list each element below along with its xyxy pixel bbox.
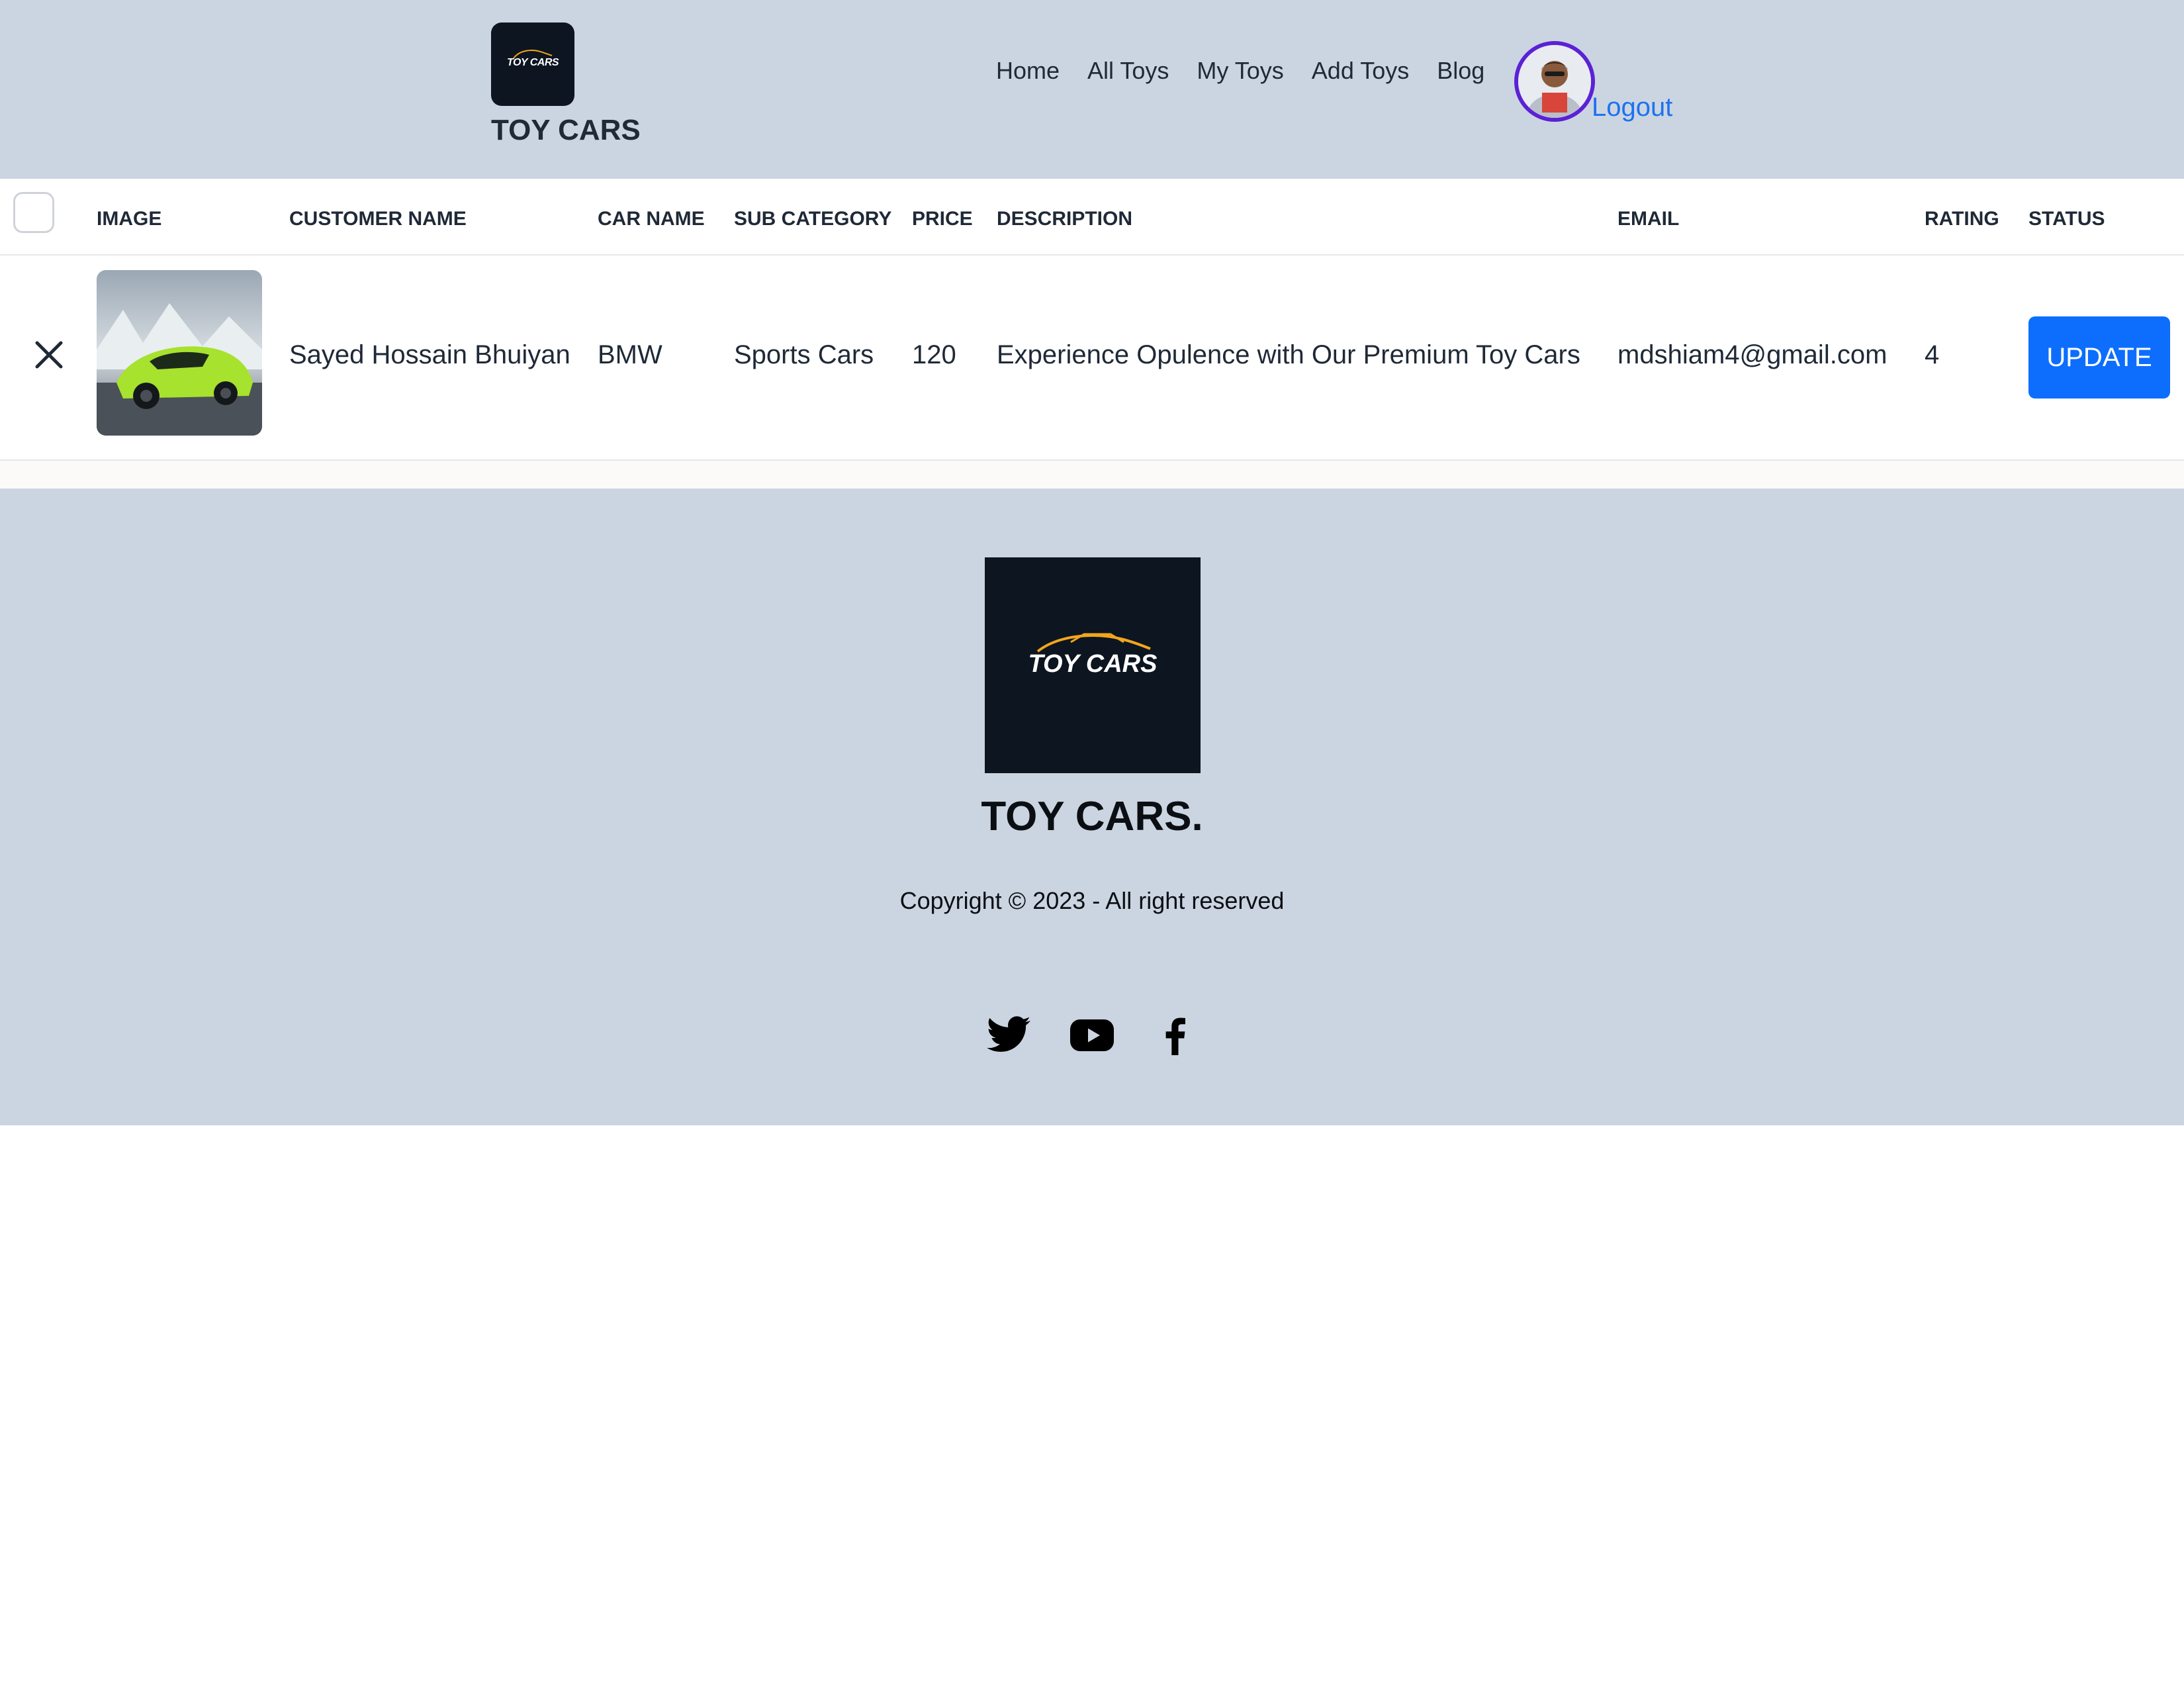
header-status: STATUS [2028, 208, 2105, 230]
header-rating: RATING [1925, 208, 1999, 230]
header-car-name: CAR NAME [598, 208, 705, 230]
navbar-logo[interactable]: TOY CARS [491, 23, 574, 106]
car-image-icon [97, 270, 262, 436]
user-avatar-icon [1518, 45, 1591, 118]
cell-rating: 4 [1925, 340, 1940, 369]
update-button[interactable]: UPDATE [2028, 316, 2170, 399]
footer-logo: TOY CARS [985, 557, 1201, 773]
facebook-icon[interactable] [1152, 1011, 1199, 1059]
car-thumbnail [97, 270, 262, 436]
header-price: PRICE [912, 208, 973, 230]
cell-sub-category: Sports Cars [734, 340, 874, 369]
cell-customer-name: Sayed Hossain Bhuiyan [289, 340, 570, 369]
logout-link[interactable]: Logout [1592, 93, 1672, 122]
header-description: DESCRIPTION [997, 208, 1133, 230]
cell-description: Experience Opulence with Our Premium Toy… [997, 340, 1580, 369]
cell-price: 120 [912, 340, 956, 369]
select-all-checkbox[interactable] [13, 192, 54, 233]
nav-blog[interactable]: Blog [1437, 57, 1484, 85]
header-customer-name: CUSTOMER NAME [289, 208, 467, 230]
content-spacer [0, 461, 2184, 489]
twitter-icon[interactable] [985, 1011, 1032, 1059]
youtube-icon[interactable] [1068, 1011, 1116, 1059]
nav-home[interactable]: Home [996, 57, 1060, 85]
close-icon[interactable] [30, 336, 68, 373]
header-image: IMAGE [97, 208, 162, 230]
table-header: IMAGE CUSTOMER NAME CAR NAME SUB CATEGOR… [0, 179, 2184, 256]
footer: TOY CARS TOY CARS. Copyright © 2023 - Al… [0, 489, 2184, 1125]
cell-car-name: BMW [598, 340, 662, 369]
navbar: TOY CARS TOY CARS Home All Toys My Toys … [0, 0, 2184, 179]
user-avatar[interactable] [1514, 41, 1595, 122]
nav-all-toys[interactable]: All Toys [1087, 57, 1169, 85]
brand-name[interactable]: TOY CARS [491, 114, 641, 147]
cell-email: mdshiam4@gmail.com [1617, 340, 1888, 369]
header-email: EMAIL [1617, 208, 1680, 230]
navbar-logo-text: TOY CARS [506, 57, 559, 68]
nav-add-toys[interactable]: Add Toys [1312, 57, 1409, 85]
copyright-text: Copyright © 2023 - All right reserved [899, 887, 1285, 914]
table-row: Sayed Hossain Bhuiyan BMW Sports Cars 12… [0, 256, 2184, 461]
nav-my-toys[interactable]: My Toys [1197, 57, 1283, 85]
header-sub-category: SUB CATEGORY [734, 208, 892, 230]
nav-links: Home All Toys My Toys Add Toys Blog [996, 57, 1512, 85]
social-links [985, 1011, 1201, 1064]
footer-brand: TOY CARS. [981, 794, 1203, 839]
footer-logo-text: TOY CARS [1028, 650, 1158, 678]
